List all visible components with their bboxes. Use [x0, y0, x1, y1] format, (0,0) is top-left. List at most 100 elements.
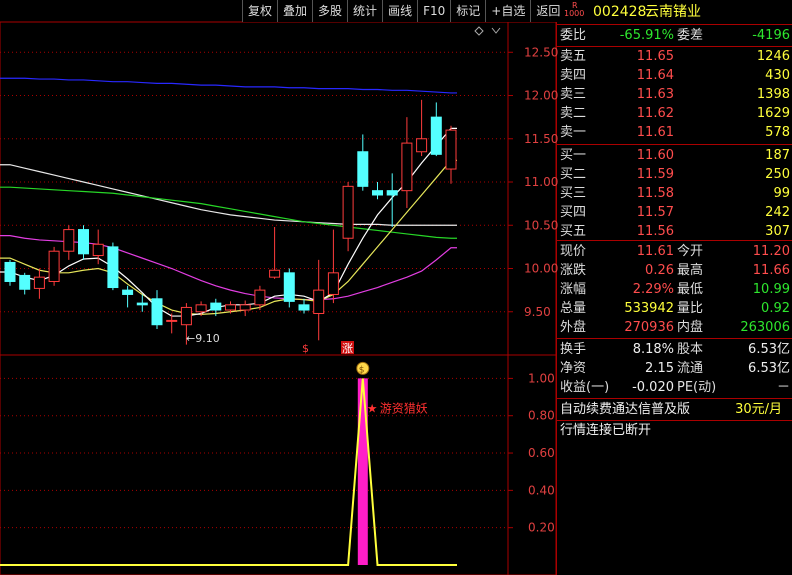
ask-label: 卖二	[560, 106, 587, 121]
quote-value: 533942	[624, 301, 674, 316]
bid-volume: 242	[765, 205, 790, 220]
toolbar-button[interactable]: 统计	[347, 0, 382, 22]
toolbar-button[interactable]: 多股	[312, 0, 347, 22]
low-price-annotation: ←9.10	[186, 332, 220, 345]
quote-row: 总量 533942 量比 0.92	[557, 300, 792, 318]
bid-label: 买五	[560, 224, 587, 239]
y-tick-label: 11.50	[524, 132, 558, 146]
info-label: PE(动)	[677, 380, 717, 395]
ask-price: 11.62	[636, 106, 674, 121]
toolbar-button[interactable]: +自选	[485, 0, 530, 22]
candle	[48, 246, 60, 286]
quote-value: 270936	[624, 320, 674, 335]
candle	[122, 285, 134, 308]
info-row: 换手 8.18% 股本 6.53亿	[557, 341, 792, 359]
candle	[313, 259, 325, 341]
ask-row: 卖一 11.61 578	[557, 124, 792, 142]
bid-row: 买三 11.58 99	[557, 185, 792, 203]
bid-label: 买一	[560, 148, 587, 163]
ask-volume: 430	[765, 68, 790, 83]
quote-label: 今开	[677, 244, 704, 259]
bid-volume: 307	[765, 224, 790, 239]
diamond-icon[interactable]	[474, 26, 484, 36]
y-tick-label: 9.50	[524, 305, 551, 319]
ask-volume: 1246	[756, 49, 790, 64]
info-label: 流通	[677, 361, 704, 376]
quote-value: 11.20	[752, 244, 790, 259]
y-tick-label: 11.00	[524, 175, 558, 189]
toolbar-button[interactable]: 画线	[382, 0, 417, 22]
info-value: 6.53亿	[748, 342, 790, 357]
bid-price: 11.60	[636, 148, 674, 163]
signal-label: 游资猎妖	[380, 401, 428, 415]
candle	[357, 134, 369, 191]
info-value: －	[776, 380, 790, 395]
quote-label: 外盘	[560, 320, 587, 335]
candle	[327, 229, 339, 304]
bid-label: 买二	[560, 167, 587, 182]
toolbar-button[interactable]: 标记	[450, 0, 485, 22]
promo-price[interactable]: 30元/月	[735, 401, 782, 419]
quote-value: 10.99	[752, 282, 790, 297]
ask-row: 卖二 11.62 1629	[557, 105, 792, 123]
quote-panel: R 1000 002428 云南锗业 委比 -65.91% 委差 -4196 卖…	[557, 0, 792, 575]
y-tick-label: 12.00	[524, 89, 558, 103]
quote-label: 内盘	[677, 320, 704, 335]
candle	[63, 225, 75, 260]
indicator-y-tick-label: 0.80	[528, 409, 555, 423]
chevron-down-icon[interactable]	[491, 27, 501, 34]
candle	[151, 290, 163, 330]
quote-label: 量比	[677, 301, 704, 316]
ask-row: 卖三 11.63 1398	[557, 86, 792, 104]
quote-label: 涨跌	[560, 263, 587, 278]
book-divider	[557, 240, 792, 241]
info-label: 收益(一)	[560, 380, 610, 395]
quote-value: 11.66	[752, 263, 790, 278]
candle	[372, 182, 383, 200]
indicator-y-tick-label: 0.20	[528, 521, 555, 535]
bid-price: 11.59	[636, 167, 674, 182]
ask-label: 卖五	[560, 49, 587, 64]
ask-price: 11.61	[636, 125, 674, 140]
diff-label: 委差	[677, 28, 704, 43]
info-value: 6.53亿	[748, 361, 790, 376]
candle	[78, 225, 89, 260]
limit-up-marker: 涨	[342, 342, 353, 355]
candle	[33, 268, 45, 299]
toolbar-button[interactable]: 复权	[242, 0, 277, 22]
bid-volume: 187	[765, 148, 790, 163]
candle	[283, 268, 295, 308]
ratio-value: -65.91%	[619, 28, 674, 43]
candle	[416, 99, 428, 157]
ask-label: 卖三	[560, 87, 587, 102]
candle	[239, 300, 251, 317]
bid-volume: 250	[765, 167, 790, 182]
candle	[386, 173, 398, 227]
bid-label: 买四	[560, 205, 587, 220]
moving-average-line	[0, 77, 457, 94]
bid-label: 买三	[560, 186, 587, 201]
y-tick-label: 12.50	[524, 45, 558, 59]
promo-row[interactable]: 自动续费通达信普及版 30元/月	[557, 401, 792, 419]
promo-text[interactable]: 自动续费通达信普及版	[560, 401, 690, 419]
quote-value: 0.26	[645, 263, 674, 278]
quote-row: 涨幅 2.29% 最低 10.99	[557, 281, 792, 299]
info-label: 换手	[560, 342, 587, 357]
toolbar-button[interactable]: 叠加	[277, 0, 312, 22]
candle	[92, 229, 104, 265]
candle	[4, 259, 16, 286]
quote-label: 最低	[677, 282, 704, 297]
quote-value: 0.92	[761, 301, 790, 316]
quote-row: 外盘 270936 内盘 263006	[557, 319, 792, 337]
info-row: 净资 2.15 流通 6.53亿	[557, 360, 792, 378]
indicator-y-tick-label: 1.00	[528, 371, 555, 385]
bid-row: 买五 11.56 307	[557, 223, 792, 241]
toolbar: 复权 叠加 多股 统计 画线 F10 标记 +自选 返回	[242, 0, 566, 22]
bid-row: 买二 11.59 250	[557, 166, 792, 184]
quote-label: 最高	[677, 263, 704, 278]
ask-price: 11.65	[636, 49, 674, 64]
moving-average-line	[0, 127, 457, 317]
ask-volume: 1629	[756, 106, 790, 121]
toolbar-button[interactable]: F10	[417, 0, 450, 22]
indicator-y-tick-label: 0.40	[528, 483, 555, 497]
